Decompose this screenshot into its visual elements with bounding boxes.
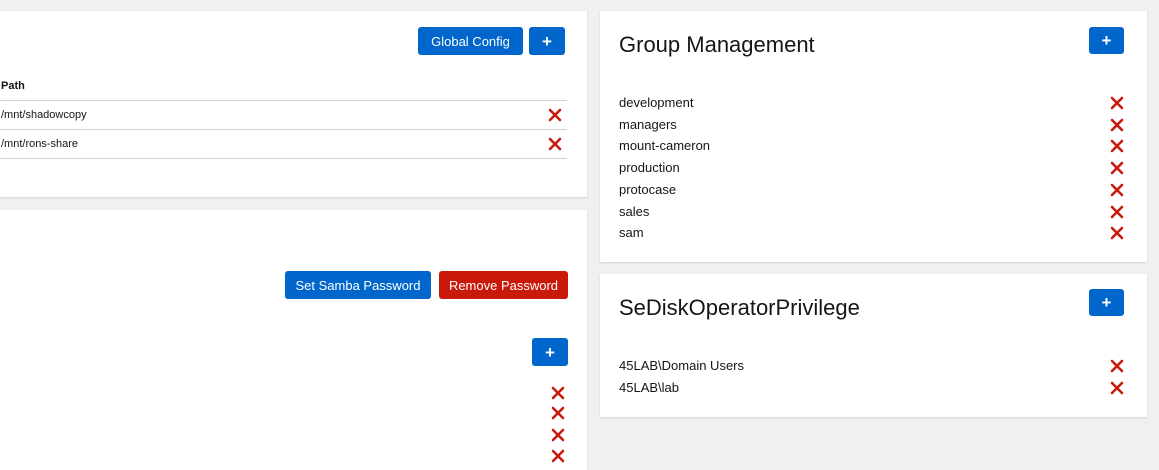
delete-group-icon[interactable]: [1110, 205, 1124, 219]
group-list-item: managers: [619, 116, 677, 132]
privilege-card: SeDiskOperatorPrivilege + 45LAB\Domain U…: [600, 274, 1147, 417]
path-column-header: Path: [1, 80, 25, 92]
delete-group-icon[interactable]: [1110, 226, 1124, 240]
table-divider: [0, 129, 567, 130]
set-samba-password-button[interactable]: Set Samba Password: [285, 271, 431, 299]
group-management-card: Group Management + development managers mo…: [600, 11, 1147, 262]
delete-user-icon[interactable]: [551, 428, 565, 442]
global-config-button[interactable]: Global Config: [418, 27, 523, 55]
add-privilege-member-button[interactable]: +: [1089, 289, 1124, 316]
share-path-cell: /mnt/rons-share: [1, 138, 79, 150]
delete-user-icon[interactable]: [551, 386, 565, 400]
group-list-item: protocase: [619, 181, 677, 197]
shares-card: Global Config + Path /mnt/shadowcopy /mn…: [0, 11, 587, 197]
delete-user-icon[interactable]: [551, 449, 565, 463]
delete-share-icon[interactable]: [548, 137, 562, 151]
add-group-button[interactable]: +: [1089, 27, 1124, 54]
delete-member-icon[interactable]: [1110, 381, 1124, 395]
delete-share-icon[interactable]: [548, 108, 562, 122]
delete-group-icon[interactable]: [1110, 118, 1124, 132]
remove-password-button[interactable]: Remove Password: [439, 271, 568, 299]
group-list-item: sales: [619, 203, 650, 219]
group-list-item: production: [619, 160, 680, 176]
delete-member-icon[interactable]: [1110, 359, 1124, 373]
group-list-item: mount-cameron: [619, 138, 711, 154]
delete-group-icon[interactable]: [1110, 161, 1124, 175]
share-path-cell: /mnt/shadowcopy: [1, 109, 87, 121]
add-user-button[interactable]: +: [532, 338, 568, 366]
group-list-item: sam: [619, 225, 644, 241]
privilege-title: SeDiskOperatorPrivilege: [619, 295, 860, 320]
delete-group-icon[interactable]: [1110, 139, 1124, 153]
privilege-member-item: 45LAB\Domain Users: [619, 358, 744, 373]
add-share-button[interactable]: +: [529, 27, 565, 55]
delete-user-icon[interactable]: [551, 406, 565, 420]
group-list-item: development: [619, 95, 694, 110]
delete-group-icon[interactable]: [1110, 183, 1124, 197]
delete-group-icon[interactable]: [1110, 96, 1124, 110]
users-card: Set Samba Password Remove Password +: [0, 210, 587, 470]
privilege-member-item: 45LAB\lab: [619, 379, 679, 395]
table-divider: [0, 100, 567, 101]
group-management-title: Group Management: [619, 32, 815, 57]
table-divider: [0, 158, 567, 159]
